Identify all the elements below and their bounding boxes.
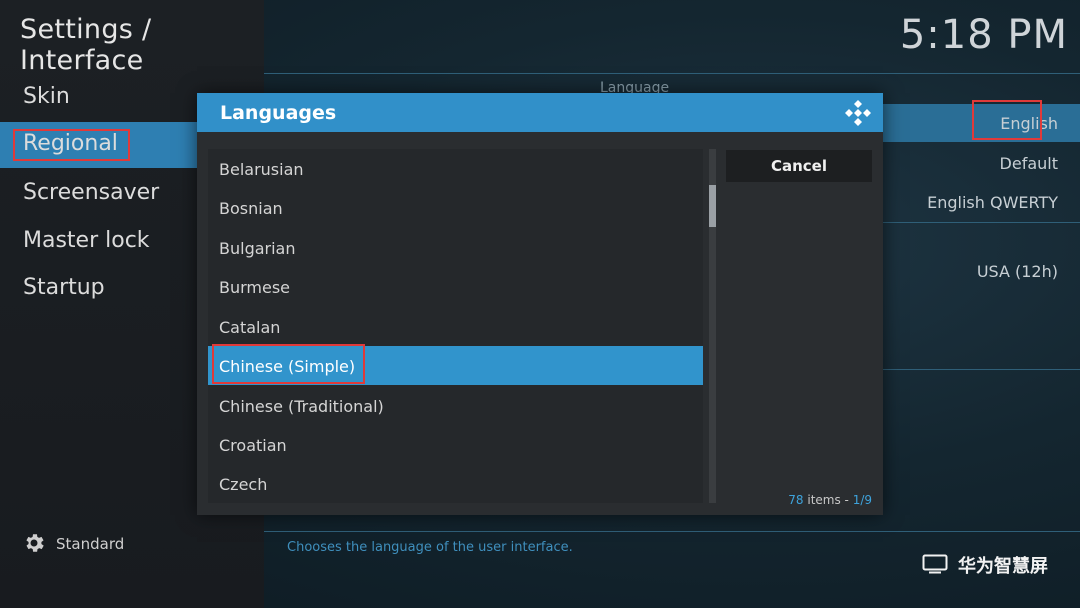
list-item-label: Czech — [219, 475, 268, 494]
cancel-button[interactable]: Cancel — [726, 150, 872, 182]
help-text: Chooses the language of the user interfa… — [287, 540, 573, 555]
list-item-label: Bosnian — [219, 199, 283, 218]
divider — [264, 73, 1080, 74]
dialog-title: Languages — [220, 102, 337, 124]
tv-icon — [922, 554, 948, 574]
setting-value: Default — [999, 154, 1058, 173]
divider — [264, 531, 1080, 532]
clock: 5:18 PM — [899, 12, 1068, 58]
kodi-logo-icon — [845, 100, 871, 126]
sidebar-item-label: Startup — [23, 275, 105, 300]
list-item-label: Burmese — [219, 278, 291, 297]
annotation-box-english — [972, 100, 1042, 140]
brand-logo: 华为智慧屏 — [922, 551, 1072, 577]
list-item[interactable]: Belarusian — [208, 149, 703, 188]
list-item-label: Belarusian — [219, 160, 304, 179]
list-item[interactable]: Chinese (Traditional) — [208, 386, 703, 425]
list-item-label: Chinese (Traditional) — [219, 397, 384, 416]
list-item[interactable]: Burmese — [208, 267, 703, 306]
kodi-settings-screen: Settings / Interface Skin Regional Scree… — [0, 0, 1080, 608]
items-count: 78 items - 1/9 — [788, 493, 872, 507]
scrollbar-thumb[interactable] — [709, 185, 716, 227]
page-indicator: 1/9 — [852, 493, 872, 507]
list-item[interactable]: Croatian — [208, 425, 703, 464]
settings-level-button[interactable]: Standard — [22, 531, 222, 557]
sidebar-item-label: Master lock — [23, 228, 150, 253]
sidebar-item-label: Skin — [23, 84, 70, 109]
items-count-separator: items - — [803, 493, 853, 507]
list-item[interactable]: Czech — [208, 464, 703, 503]
setting-value: English QWERTY — [927, 193, 1058, 212]
annotation-box-regional — [13, 129, 130, 161]
setting-value: USA (12h) — [976, 262, 1058, 281]
list-item-label: Bulgarian — [219, 239, 296, 258]
list-item[interactable]: Bosnian — [208, 188, 703, 227]
brand-text: 华为智慧屏 — [958, 556, 1048, 577]
annotation-box-chinese-simple — [212, 344, 365, 384]
languages-list[interactable]: Belarusian Bosnian Bulgarian Burmese Cat… — [208, 149, 703, 503]
list-item-label: Catalan — [219, 318, 281, 337]
list-item[interactable]: Bulgarian — [208, 228, 703, 267]
list-item[interactable]: Catalan — [208, 307, 703, 346]
items-count-number: 78 — [788, 493, 804, 507]
gear-icon — [26, 534, 44, 552]
list-scrollbar[interactable] — [709, 149, 716, 503]
sidebar-item-label: Screensaver — [23, 180, 160, 205]
languages-dialog: Languages Belarusian Bosnian Bulgarian B… — [197, 93, 883, 515]
dialog-header: Languages — [197, 93, 883, 132]
page-title: Settings / Interface — [20, 14, 152, 76]
settings-level-label: Standard — [56, 535, 125, 553]
list-item-label: Croatian — [219, 436, 287, 455]
